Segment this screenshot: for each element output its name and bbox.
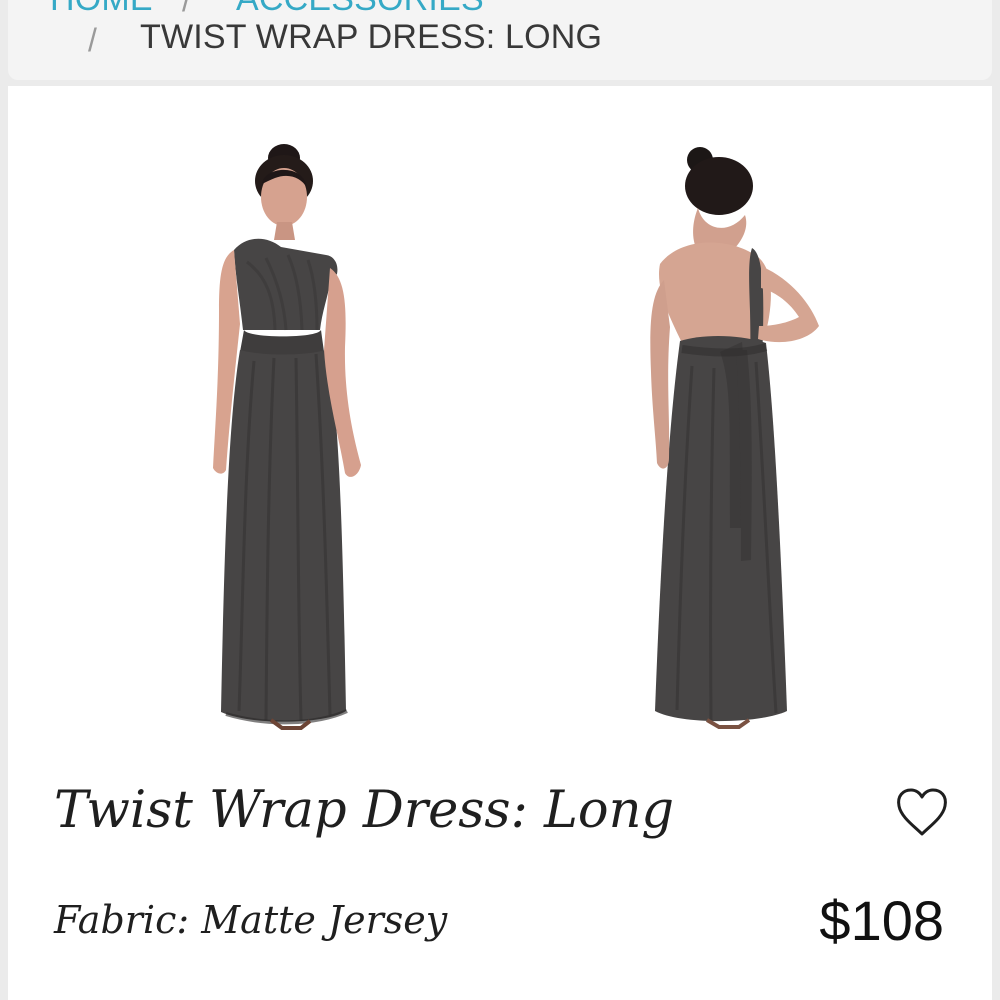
product-price: $108 (819, 889, 944, 952)
breadcrumb-accessories-link[interactable]: ACCESSORIES (236, 0, 484, 16)
back-product-image (650, 147, 819, 729)
breadcrumb-separator: / (88, 22, 97, 58)
product-title: Twist Wrap Dress: Long (54, 781, 675, 840)
breadcrumb: HOME / ACCESSORIES / TWIST WRAP DRESS: L… (8, 0, 992, 80)
product-card: Twist Wrap Dress: Long Fabric: Matte Jer… (8, 86, 992, 1000)
fabric-label: Fabric: Matte Jersey (54, 898, 448, 942)
product-page: HOME / ACCESSORIES / TWIST WRAP DRESS: L… (0, 0, 1000, 1000)
front-product-image (213, 144, 361, 730)
breadcrumb-home-link[interactable]: HOME (50, 0, 153, 16)
heart-outline-icon[interactable] (894, 786, 950, 838)
breadcrumb-separator: / (182, 0, 191, 18)
breadcrumb-current-page: TWIST WRAP DRESS: LONG (140, 18, 603, 56)
